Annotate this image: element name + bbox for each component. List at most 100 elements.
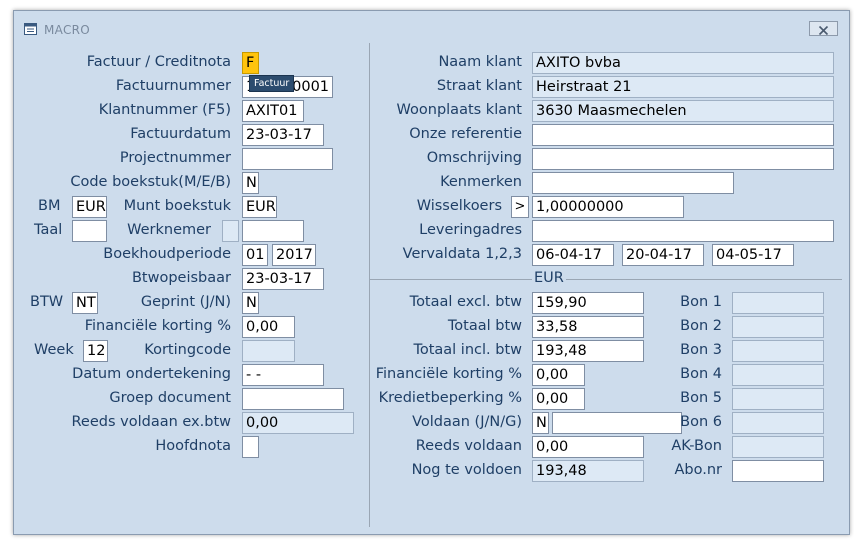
bon-3-label: Bon 3	[680, 342, 722, 358]
btw-field[interactable]: NT	[72, 292, 98, 314]
omschrijving-field[interactable]	[532, 148, 834, 170]
btwopeisbaar-field[interactable]: 23-03-17	[242, 268, 324, 290]
vervaldata-3-field[interactable]: 04-05-17	[712, 244, 794, 266]
munt-boekstuk-label: Munt boekstuk	[123, 198, 231, 214]
naam-klant-field[interactable]: AXITO bvba	[532, 52, 834, 74]
onze-referentie-label: Onze referentie	[409, 126, 522, 142]
werknemer-label: Werknemer	[127, 222, 211, 238]
bon-4-label: Bon 4	[680, 366, 722, 382]
wisselkoers-label: Wisselkoers	[416, 198, 502, 214]
totals-financiele-korting-field[interactable]: 0,00	[532, 364, 585, 386]
reeds-voldaan-ex-label: Reeds voldaan ex.btw	[71, 414, 232, 430]
bm-field[interactable]: EUR	[72, 196, 107, 218]
nog-te-voldoen-label: Nog te voldoen	[411, 462, 522, 478]
hoofdnota-checkbox[interactable]	[242, 436, 259, 458]
voldaan-field[interactable]: N	[532, 412, 549, 434]
factuur-tooltip: Factuur	[249, 75, 295, 92]
onze-referentie-field[interactable]	[532, 124, 834, 146]
factuur-creditnota-field[interactable]: F	[242, 52, 259, 74]
code-boekstuk-label: Code boekstuk(M/E/B)	[70, 174, 231, 190]
werknemer-code-field[interactable]	[222, 220, 239, 242]
abo-nr-label: Abo.nr	[674, 462, 722, 478]
vervaldata-label: Vervaldata 1,2,3	[402, 246, 522, 262]
financiele-korting-label: Financiële korting %	[84, 318, 231, 334]
kredietbeperking-field[interactable]: 0,00	[532, 388, 585, 410]
totals-financiele-korting-label: Financiële korting %	[375, 366, 522, 382]
kenmerken-label: Kenmerken	[440, 174, 522, 190]
totaal-btw-field[interactable]: 33,58	[532, 316, 644, 338]
window-title: MACRO	[44, 23, 91, 37]
totaal-excl-label: Totaal excl. btw	[409, 294, 522, 310]
leveringadres-field[interactable]	[532, 220, 834, 242]
straat-klant-field[interactable]: Heirstraat 21	[532, 76, 834, 98]
bon-3-field[interactable]	[732, 340, 824, 362]
close-x-icon	[818, 25, 829, 36]
groep-document-label: Groep document	[109, 390, 231, 406]
datum-ondertekening-field[interactable]: - -	[242, 364, 324, 386]
bon-6-label: Bon 6	[680, 414, 722, 430]
naam-klant-label: Naam klant	[438, 54, 522, 70]
title-bar: MACRO	[14, 11, 849, 41]
leveringadres-label: Leveringadres	[419, 222, 522, 238]
bon-5-field[interactable]	[732, 388, 824, 410]
projectnummer-field[interactable]	[242, 148, 333, 170]
financiele-korting-field[interactable]: 0,00	[242, 316, 295, 338]
reeds-voldaan-field[interactable]: 0,00	[532, 436, 644, 458]
bon-6-field[interactable]	[732, 412, 824, 434]
factuur-creditnota-label: Factuur / Creditnota	[86, 54, 231, 70]
close-button[interactable]	[809, 21, 838, 36]
taal-field[interactable]	[72, 220, 107, 242]
btw-label: BTW	[30, 294, 64, 310]
factuurnummer-label: Factuurnummer	[115, 78, 231, 94]
klantnummer-field[interactable]: AXIT01	[242, 100, 304, 122]
geprint-field[interactable]: N	[242, 292, 259, 314]
voldaan-label: Voldaan (J/N/G)	[412, 414, 522, 430]
nog-te-voldoen-field[interactable]: 193,48	[532, 460, 644, 482]
abo-nr-field[interactable]	[732, 460, 824, 482]
factuurdatum-field[interactable]: 23-03-17	[242, 124, 324, 146]
woonplaats-klant-field[interactable]: 3630 Maasmechelen	[532, 100, 834, 122]
factuurdatum-label: Factuurdatum	[130, 126, 231, 142]
bon-1-label: Bon 1	[680, 294, 722, 310]
currency-label: EUR	[532, 268, 566, 288]
bon-1-field[interactable]	[732, 292, 824, 314]
week-label: Week	[34, 342, 74, 358]
bon-4-field[interactable]	[732, 364, 824, 386]
klantnummer-label: Klantnummer (F5)	[98, 102, 231, 118]
woonplaats-klant-label: Woonplaats klant	[396, 102, 522, 118]
bm-label: BM	[38, 198, 61, 214]
column-divider	[369, 43, 370, 527]
reeds-voldaan-ex-field[interactable]: 0,00	[242, 412, 354, 434]
kortingcode-field[interactable]	[242, 340, 295, 362]
ak-bon-field[interactable]	[732, 436, 824, 458]
totals-divider	[370, 279, 842, 280]
week-field[interactable]: 12	[83, 340, 108, 362]
ak-bon-label: AK-Bon	[671, 438, 722, 454]
totaal-incl-label: Totaal incl. btw	[413, 342, 522, 358]
wisselkoers-field[interactable]: 1,00000000	[532, 196, 684, 218]
kenmerken-field[interactable]	[532, 172, 734, 194]
bon-5-label: Bon 5	[680, 390, 722, 406]
kredietbeperking-label: Kredietbeperking %	[378, 390, 522, 406]
bon-2-label: Bon 2	[680, 318, 722, 334]
omschrijving-label: Omschrijving	[426, 150, 522, 166]
groep-document-field[interactable]	[242, 388, 344, 410]
code-boekstuk-field[interactable]: N	[242, 172, 259, 194]
totaal-btw-label: Totaal btw	[447, 318, 522, 334]
munt-boekstuk-field[interactable]: EUR	[242, 196, 277, 218]
werknemer-field[interactable]	[242, 220, 304, 242]
bon-2-field[interactable]	[732, 316, 824, 338]
straat-klant-label: Straat klant	[436, 78, 522, 94]
totaal-excl-field[interactable]: 159,90	[532, 292, 644, 314]
boekhoudperiode-month-field[interactable]: 01	[242, 244, 268, 266]
geprint-label: Geprint (J/N)	[140, 294, 231, 310]
vervaldata-2-field[interactable]: 20-04-17	[622, 244, 704, 266]
kortingcode-label: Kortingcode	[144, 342, 231, 358]
datum-ondertekening-label: Datum ondertekening	[72, 366, 231, 382]
macro-window: MACRO Factuur / Creditnota F Factuurnumm…	[13, 10, 850, 535]
wisselkoers-button[interactable]: >	[511, 196, 529, 218]
app-window-icon	[24, 23, 37, 35]
totaal-incl-field[interactable]: 193,48	[532, 340, 644, 362]
boekhoudperiode-year-field[interactable]: 2017	[272, 244, 316, 266]
vervaldata-1-field[interactable]: 06-04-17	[532, 244, 614, 266]
